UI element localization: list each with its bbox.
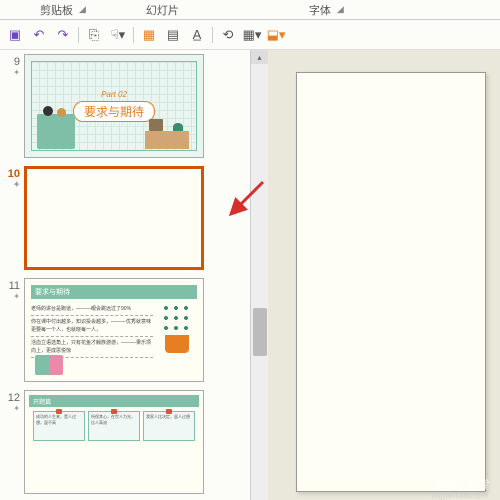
animation-star-icon: ✦ <box>0 292 20 301</box>
text-box-icon[interactable]: A̲ <box>188 26 206 44</box>
redo-button[interactable]: ↷ <box>54 26 72 44</box>
touch-mode-icon[interactable]: ☟▾ <box>109 26 127 44</box>
animation-star-icon: ✦ <box>0 180 20 189</box>
slide-row-12[interactable]: 12✦ 开题篇 成功的人生来，是人过想，虽不高 所保其心，在世人为光，比人高流 … <box>0 386 250 498</box>
slide-thumbnail-10-selected[interactable] <box>24 166 204 270</box>
layout-icon[interactable]: ▤ <box>164 26 182 44</box>
animation-star-icon: ✦ <box>0 68 20 77</box>
insert-icon[interactable]: ⬓▾ <box>267 26 285 44</box>
reset-icon[interactable]: ⟲ <box>219 26 237 44</box>
slide-number: 9✦ <box>0 54 24 158</box>
scrollbar-thumb[interactable] <box>253 308 267 356</box>
slide-number: 11✦ <box>0 278 24 382</box>
slide-thumbnail-9[interactable]: Part 02 要求与期待 <box>24 54 204 158</box>
ribbon-section-clipboard: 剪贴板◢ <box>10 0 116 19</box>
slide-thumbnail-11[interactable]: 要求与期待 老师的讲台是跑道，———眼会跳远过了90% 你在课中付出越多，知识投… <box>24 278 204 382</box>
desk-illustration <box>145 131 189 149</box>
save-button[interactable]: ▣ <box>6 26 24 44</box>
kids-illustration <box>35 355 63 375</box>
scroll-up-icon[interactable]: ▴ <box>251 50 268 64</box>
ribbon-section-font: 字体◢ <box>279 0 374 19</box>
slide-editor-area <box>268 50 500 500</box>
ribbon-tab-row: 剪贴板◢ 幻灯片 字体◢ <box>0 0 500 20</box>
new-slide-icon[interactable]: ▦ <box>140 26 158 44</box>
slide-number: 10✦ <box>0 166 24 270</box>
slide-thumbnail-panel: 9✦ Part 02 要求与期待 10✦ 11✦ 要求与期待 <box>0 50 250 500</box>
slide-number: 12✦ <box>0 390 24 494</box>
slide-row-11[interactable]: 11✦ 要求与期待 老师的讲台是跑道，———眼会跳远过了90% 你在课中付出越多… <box>0 274 250 386</box>
section-icon[interactable]: ▦▾ <box>243 26 261 44</box>
dialog-launcher-icon[interactable]: ◢ <box>79 4 86 15</box>
quick-access-toolbar: ▣ ↶ ↷ ⎘ ☟▾ ▦ ▤ A̲ ⟲ ▦▾ ⬓▾ <box>0 20 500 50</box>
dialog-launcher-icon[interactable]: ◢ <box>337 4 344 15</box>
watermark-url: jingyan.baidu.com <box>432 493 488 500</box>
slide-row-9[interactable]: 9✦ Part 02 要求与期待 <box>0 50 250 162</box>
slide-thumbnail-12[interactable]: 开题篇 成功的人生来，是人过想，虽不高 所保其心，在世人为光，比人高流 我家人比… <box>24 390 204 494</box>
slide-row-10[interactable]: 10✦ <box>0 162 250 274</box>
format-painter-icon[interactable]: ⎘ <box>85 26 103 44</box>
animation-star-icon: ✦ <box>0 404 20 413</box>
slide-canvas[interactable] <box>296 72 486 492</box>
undo-button[interactable]: ↶ <box>30 26 48 44</box>
thumbnail-scrollbar[interactable]: ▴ <box>250 50 268 500</box>
plant-illustration <box>157 303 197 353</box>
watermark: Baidu 经验 <box>435 476 488 492</box>
ribbon-section-slides: 幻灯片 <box>116 0 209 19</box>
kids-illustration <box>37 114 75 149</box>
